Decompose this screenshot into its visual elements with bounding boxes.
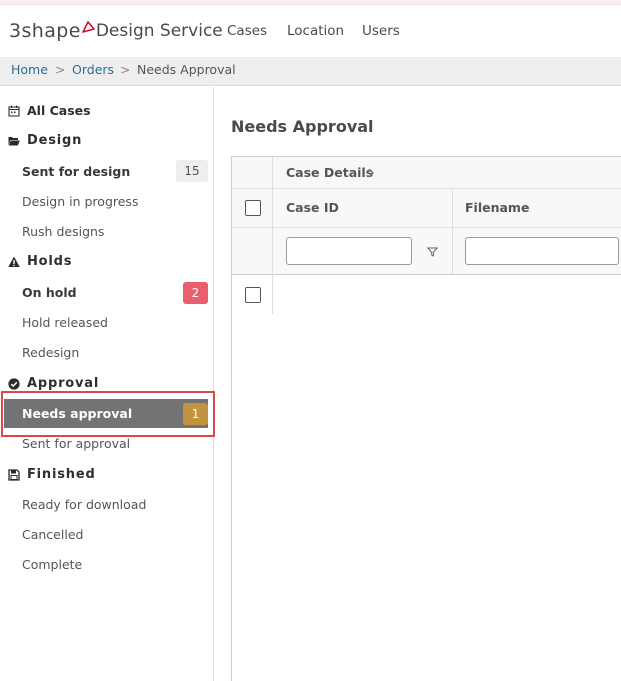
grid-column-divider xyxy=(452,188,453,274)
column-header-case-id[interactable]: Case ID xyxy=(286,200,339,215)
logo-mark-icon xyxy=(82,21,95,33)
breadcrumb: Home > Orders > Needs Approval xyxy=(0,57,621,86)
grid-divider xyxy=(232,188,621,189)
count-badge: 2 xyxy=(183,282,208,304)
sidebar-item-ready-for-download[interactable]: Ready for download xyxy=(22,497,146,512)
sidebar-group-title: Approval xyxy=(27,376,100,391)
sidebar-group-approval: Approval xyxy=(8,376,99,391)
row-checkbox[interactable] xyxy=(245,287,261,303)
sidebar-item-label: All Cases xyxy=(27,103,91,118)
sidebar-item-redesign[interactable]: Redesign xyxy=(22,345,79,360)
grid-column-divider xyxy=(272,157,273,314)
warning-icon xyxy=(8,256,20,267)
breadcrumb-orders[interactable]: Orders xyxy=(72,62,114,77)
column-header-filename[interactable]: Filename xyxy=(465,200,529,215)
sidebar-group-title: Design xyxy=(27,133,83,148)
column-group-case-details[interactable]: Case Details xyxy=(286,165,373,180)
sidebar-item-cancelled[interactable]: Cancelled xyxy=(22,527,83,542)
filename-filter-input[interactable] xyxy=(465,237,619,265)
grid-divider xyxy=(232,274,621,275)
sidebar-item-sent-for-design[interactable]: Sent for design xyxy=(22,164,130,179)
breadcrumb-separator: > xyxy=(120,62,131,77)
sidebar-group-title: Holds xyxy=(27,254,73,269)
sidebar-item-on-hold[interactable]: On hold xyxy=(22,285,77,300)
selection-highlight xyxy=(1,391,215,437)
sidebar-item-all-cases[interactable]: All Cases xyxy=(8,103,91,118)
breadcrumb-home[interactable]: Home xyxy=(11,62,48,77)
cases-grid: Case Details Case ID Filename xyxy=(231,156,621,681)
select-all-checkbox[interactable] xyxy=(245,200,261,216)
sidebar-group-holds: Holds xyxy=(8,254,72,269)
sidebar-item-rush-designs[interactable]: Rush designs xyxy=(22,224,104,239)
sidebar-group-design: Design xyxy=(8,133,82,148)
filter-icon[interactable] xyxy=(427,247,438,257)
sidebar: All Cases Design Sent for design 15 Desi… xyxy=(0,87,215,681)
sidebar-group-title: Finished xyxy=(27,467,96,482)
check-circle-icon xyxy=(8,377,20,390)
folder-open-icon xyxy=(8,136,20,145)
nav-cases[interactable]: Cases xyxy=(227,23,267,39)
case-id-filter-input[interactable] xyxy=(286,237,412,265)
chevron-right-icon[interactable] xyxy=(367,168,375,178)
count-badge: 15 xyxy=(176,160,208,182)
app-header: 3shape Design Service Cases Location Use… xyxy=(0,5,621,57)
grid-divider xyxy=(232,227,621,228)
save-icon xyxy=(8,468,20,481)
sidebar-item-hold-released[interactable]: Hold released xyxy=(22,315,108,330)
breadcrumb-current: Needs Approval xyxy=(137,62,236,77)
sidebar-item-complete[interactable]: Complete xyxy=(22,557,82,572)
logo-product-name: Design Service xyxy=(95,21,223,41)
breadcrumb-separator: > xyxy=(55,62,66,77)
sidebar-group-finished: Finished xyxy=(8,467,96,482)
logo-brand: 3shape xyxy=(9,20,81,42)
calendar-icon xyxy=(8,105,20,117)
app-logo[interactable]: 3shape Design Service xyxy=(9,21,223,41)
nav-location[interactable]: Location xyxy=(287,23,344,39)
sidebar-item-sent-for-approval[interactable]: Sent for approval xyxy=(22,436,130,451)
nav-users[interactable]: Users xyxy=(362,23,400,39)
page-title: Needs Approval xyxy=(231,117,374,136)
sidebar-item-design-in-progress[interactable]: Design in progress xyxy=(22,194,138,209)
